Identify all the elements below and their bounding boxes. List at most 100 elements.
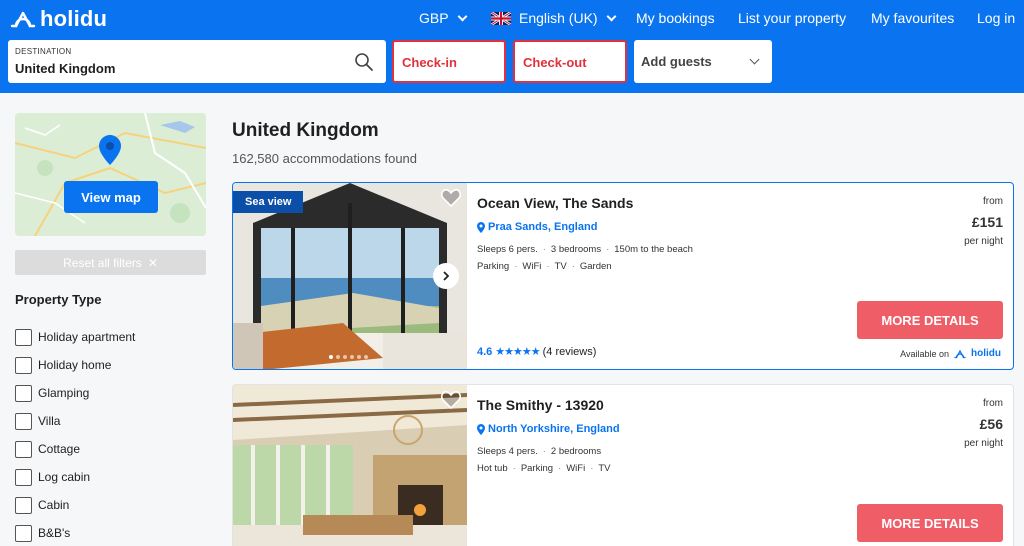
- filter-log-cabin[interactable]: Log cabin: [15, 463, 135, 491]
- filter-label: B&B's: [38, 526, 71, 540]
- checkin-field[interactable]: Check-in: [392, 40, 506, 83]
- heart-icon[interactable]: [441, 391, 461, 409]
- listing-photo[interactable]: Sea view: [233, 183, 467, 369]
- listing-features: Parking WiFi TV Garden: [477, 261, 612, 272]
- view-map-button[interactable]: View map: [64, 181, 158, 213]
- checkbox[interactable]: [15, 384, 32, 402]
- heart-icon[interactable]: [441, 189, 461, 207]
- holidu-house-icon: [954, 349, 966, 358]
- checkbox[interactable]: [15, 524, 32, 542]
- listing-photo[interactable]: [233, 385, 467, 546]
- checkout-field[interactable]: Check-out: [513, 40, 627, 83]
- reset-filters-label: Reset all filters: [63, 255, 142, 270]
- map-preview[interactable]: View map: [15, 113, 206, 236]
- filter-holiday-home[interactable]: Holiday home: [15, 351, 135, 379]
- results-title: United Kingdom: [232, 120, 379, 141]
- nav-log-in[interactable]: Log in: [977, 10, 1015, 26]
- spec-sleeps: Sleeps 4 pers.: [477, 446, 538, 457]
- search-icon[interactable]: [354, 52, 374, 72]
- filter-label: Holiday home: [38, 358, 112, 372]
- feature: Garden: [567, 261, 612, 272]
- reset-filters-button[interactable]: Reset all filters ✕: [15, 250, 206, 275]
- house-logo-icon: [10, 11, 36, 28]
- destination-field[interactable]: DESTINATION United Kingdom: [8, 40, 386, 83]
- destination-value: United Kingdom: [15, 61, 116, 76]
- listing-title[interactable]: Ocean View, The Sands: [477, 195, 633, 211]
- filter-cottage[interactable]: Cottage: [15, 435, 135, 463]
- checkbox[interactable]: [15, 440, 32, 458]
- listing-title[interactable]: The Smithy - 13920: [477, 397, 604, 413]
- filter-bnb[interactable]: B&B's: [15, 519, 135, 546]
- feature: TV: [585, 463, 610, 474]
- chevron-down-icon: [606, 11, 617, 21]
- property-type-title: Property Type: [15, 292, 102, 307]
- checkbox[interactable]: [15, 468, 32, 486]
- filter-villa[interactable]: Villa: [15, 407, 135, 435]
- logo-text: holidu: [40, 6, 108, 31]
- property-type-list: Holiday apartment Holiday home Glamping …: [15, 323, 135, 546]
- filter-label: Villa: [38, 414, 61, 428]
- nav-my-bookings[interactable]: My bookings: [636, 10, 715, 26]
- spec-bedrooms: 2 bedrooms: [538, 446, 601, 457]
- listing-specs: Sleeps 6 pers. 3 bedrooms 150m to the be…: [477, 244, 693, 255]
- map-background: [15, 113, 206, 236]
- currency-selector[interactable]: GBP: [419, 10, 468, 26]
- chevron-right-icon: [443, 271, 450, 281]
- pagination-dot[interactable]: [329, 355, 333, 359]
- feature: WiFi: [553, 463, 585, 474]
- feature: Hot tub: [477, 463, 508, 474]
- pagination-dot[interactable]: [336, 355, 340, 359]
- checkbox[interactable]: [15, 412, 32, 430]
- price-value: £151: [971, 214, 1003, 230]
- checkbox[interactable]: [15, 328, 32, 346]
- checkbox[interactable]: [15, 356, 32, 374]
- nav-list-your-property[interactable]: List your property: [738, 10, 846, 26]
- listing-location[interactable]: North Yorkshire, England: [477, 423, 620, 435]
- available-on-label: Available on: [900, 348, 949, 359]
- listing-card[interactable]: Sea view Ocean View, The Sands Praa Sand…: [232, 182, 1014, 370]
- chevron-down-icon: [457, 11, 468, 21]
- listing-rating[interactable]: 4.6 ★★★★★ (4 reviews): [477, 345, 596, 359]
- holidu-logo[interactable]: holidu: [10, 6, 107, 32]
- guests-field[interactable]: Add guests: [634, 40, 772, 83]
- feature: WiFi: [509, 261, 541, 272]
- next-photo-button[interactable]: [433, 263, 459, 289]
- location-pin-icon: [477, 423, 485, 435]
- filter-glamping[interactable]: Glamping: [15, 379, 135, 407]
- sea-view-badge: Sea view: [233, 191, 304, 213]
- location-pin-icon: [477, 221, 485, 233]
- listing-location[interactable]: Praa Sands, England: [477, 221, 597, 233]
- spec-bedrooms: 3 bedrooms: [538, 244, 601, 255]
- pagination-dot[interactable]: [364, 355, 368, 359]
- price-from: from: [983, 398, 1003, 409]
- language-selector[interactable]: English (UK): [491, 10, 617, 26]
- nav-my-favourites[interactable]: My favourites: [871, 10, 954, 26]
- photo-pagination: [329, 355, 368, 359]
- available-on: Available on holidu: [900, 348, 1001, 359]
- close-icon: ✕: [147, 255, 158, 270]
- feature: TV: [541, 261, 567, 272]
- listing-card[interactable]: The Smithy - 13920 North Yorkshire, Engl…: [232, 384, 1014, 546]
- filter-label: Cabin: [38, 498, 70, 512]
- currency-label: GBP: [419, 10, 449, 26]
- feature: Parking: [508, 463, 553, 474]
- location-text: Praa Sands, England: [488, 221, 598, 233]
- price-from: from: [983, 196, 1003, 207]
- filter-cabin[interactable]: Cabin: [15, 491, 135, 519]
- cottage-room-image: [233, 385, 467, 546]
- more-details-button[interactable]: MORE DETAILS: [857, 504, 1003, 542]
- checkbox[interactable]: [15, 496, 32, 514]
- results-count: 162,580 accommodations found: [232, 151, 418, 166]
- filter-label: Log cabin: [38, 470, 91, 484]
- checkout-label: Check-out: [523, 55, 587, 70]
- filter-holiday-apartment[interactable]: Holiday apartment: [15, 323, 135, 351]
- guests-label: Add guests: [641, 54, 712, 69]
- pagination-dot[interactable]: [350, 355, 354, 359]
- map-pin-icon: [99, 135, 121, 165]
- checkin-label: Check-in: [402, 55, 457, 70]
- pagination-dot[interactable]: [357, 355, 361, 359]
- pagination-dot[interactable]: [343, 355, 347, 359]
- filter-label: Holiday apartment: [38, 330, 136, 344]
- rating-stars-icon: ★★★★★: [495, 346, 540, 358]
- more-details-button[interactable]: MORE DETAILS: [857, 301, 1003, 339]
